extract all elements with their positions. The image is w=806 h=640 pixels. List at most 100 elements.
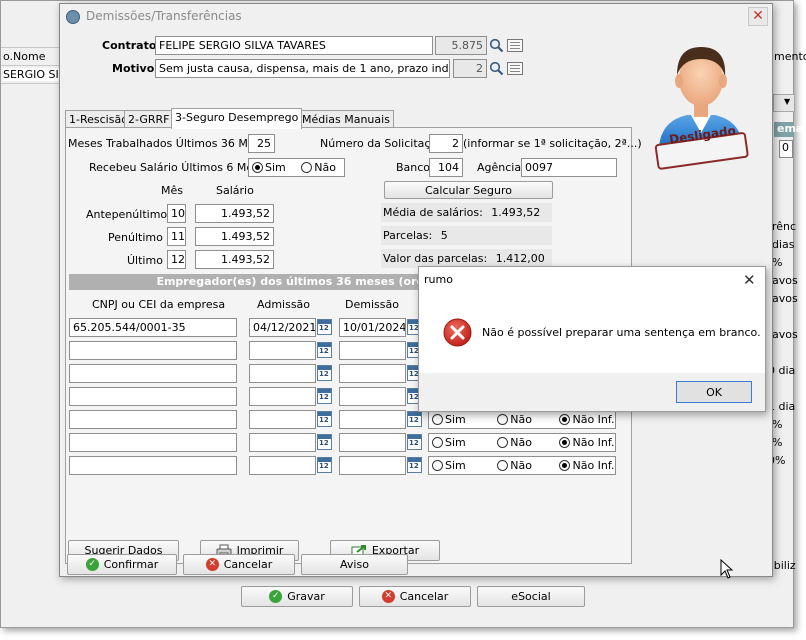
confirmar-label: Confirmar <box>103 558 159 571</box>
demissao-input[interactable] <box>339 387 406 406</box>
motivo-input[interactable]: Sem justa causa, dispensa, mais de 1 ano… <box>155 59 450 78</box>
cnpj-input[interactable] <box>69 341 237 360</box>
cnpj-input[interactable]: 65.205.544/0001-35 <box>69 318 237 337</box>
demissao-header: Demissão <box>345 298 399 311</box>
bg-fragment: avos <box>772 292 798 305</box>
calendar-day: 12 <box>409 462 419 470</box>
penultimo-mes[interactable]: 11 <box>167 227 186 246</box>
tab-grrf[interactable]: 2-GRRF <box>124 110 174 128</box>
cnpj-input[interactable] <box>69 456 237 475</box>
window-titlebar[interactable]: Demissões/Transferências ✕ <box>60 4 772 29</box>
search-icon[interactable] <box>489 38 504 53</box>
empregador-nao-radio[interactable]: Não <box>497 436 532 449</box>
cnpj-header: CNPJ ou CEI da empresa <box>92 298 226 311</box>
dialog-title: rumo <box>424 273 453 286</box>
cnpj-input[interactable] <box>69 433 237 452</box>
antepenultimo-mes[interactable]: 10 <box>167 204 186 223</box>
empregador-naoinf-radio[interactable]: Não Inf. <box>559 459 614 472</box>
empregador-sim-radio[interactable]: Sim <box>432 459 466 472</box>
cnpj-input[interactable] <box>69 364 237 383</box>
agencia-input[interactable]: 0097 <box>521 158 617 177</box>
empregador-naoinf-radio[interactable]: Não Inf. <box>559 436 614 449</box>
grid-cell-nome[interactable]: SERGIO SIL <box>3 68 61 81</box>
tab-rescisao[interactable]: 1-Rescisão <box>65 110 132 128</box>
bg-fragment: avos <box>772 328 798 341</box>
empregador-nao-radio[interactable]: Não <box>497 413 532 426</box>
cnpj-input[interactable] <box>69 410 237 429</box>
cancel-icon: ✕ <box>381 590 395 603</box>
demissao-input[interactable]: 10/01/2024 <box>339 318 406 337</box>
admissao-input[interactable]: 04/12/2021 <box>249 318 316 337</box>
demissao-input[interactable] <box>339 341 406 360</box>
admissao-input[interactable] <box>249 410 316 429</box>
radio-icon <box>301 162 313 173</box>
bg-fragment: % <box>772 256 783 269</box>
demissao-input[interactable] <box>339 364 406 383</box>
demissao-input[interactable] <box>339 410 406 429</box>
demissao-input[interactable] <box>339 433 406 452</box>
calcular-seguro-button[interactable]: Calcular Seguro <box>384 181 553 199</box>
calendar-icon[interactable]: 12 <box>317 342 332 358</box>
tab-medias-manuais[interactable]: 4-Médias Manuais <box>287 110 394 128</box>
calendar-icon[interactable]: 12 <box>317 434 332 450</box>
calendar-icon[interactable]: 12 <box>317 388 332 404</box>
esocial-label: eSocial <box>511 590 551 603</box>
close-button[interactable]: ✕ <box>748 7 768 26</box>
sim-label: Sim <box>445 459 466 472</box>
cancelar-button[interactable]: ✕ Cancelar <box>183 554 295 575</box>
contrato-label: Contrato <box>102 39 157 52</box>
admissao-input[interactable] <box>249 364 316 383</box>
banco-label: Banco <box>396 161 431 174</box>
meses-input[interactable]: 25 <box>248 134 275 153</box>
search-icon[interactable] <box>489 61 504 76</box>
calendar-icon[interactable]: 12 <box>317 457 332 473</box>
motivo-code-field[interactable]: 2 <box>453 59 487 78</box>
empregador-sim-radio[interactable]: Sim <box>432 413 466 426</box>
gravar-button[interactable]: ✓ Gravar <box>241 586 353 607</box>
dialog-close-button[interactable]: ✕ <box>743 271 756 289</box>
antepenultimo-salario[interactable]: 1.493,52 <box>195 204 274 223</box>
card-icon[interactable] <box>507 39 523 52</box>
ok-button[interactable]: OK <box>676 381 752 403</box>
cancel-icon: ✕ <box>205 558 219 571</box>
calendar-icon[interactable]: 12 <box>317 411 332 427</box>
ultimo-mes[interactable]: 12 <box>167 250 186 269</box>
calendar-icon[interactable]: 12 <box>407 434 422 450</box>
tab-seguro-desemprego[interactable]: 3-Seguro Desemprego <box>171 108 303 129</box>
esocial-button[interactable]: eSocial <box>477 586 585 607</box>
calendar-icon[interactable]: 12 <box>317 319 332 335</box>
calendar-day: 12 <box>319 439 329 447</box>
empregador-nao-radio[interactable]: Não <box>497 459 532 472</box>
ultimo-salario[interactable]: 1.493,52 <box>195 250 274 269</box>
bg-cancelar-button[interactable]: ✕ Cancelar <box>359 586 471 607</box>
calendar-icon[interactable]: 12 <box>407 411 422 427</box>
bg-dropdown[interactable]: ▼ <box>773 94 795 112</box>
recebeu-sim-radio[interactable]: Sim <box>252 161 286 174</box>
grid-header-nome[interactable]: o.Nome <box>3 50 61 63</box>
demissao-input[interactable] <box>339 456 406 475</box>
bg-fragment[interactable]: 0 <box>779 140 793 158</box>
admissao-input[interactable] <box>249 387 316 406</box>
banco-input[interactable]: 104 <box>429 158 463 177</box>
contrato-code-field[interactable]: 5.875 <box>435 36 487 55</box>
valor-value: 1.412,00 <box>495 252 545 265</box>
aviso-button[interactable]: Aviso <box>301 554 408 575</box>
sim-label: Sim <box>265 161 286 174</box>
card-icon[interactable] <box>507 62 523 75</box>
calendar-icon[interactable]: 12 <box>317 365 332 381</box>
calendar-day: 12 <box>319 370 329 378</box>
solicitacao-input[interactable]: 2 <box>429 134 463 153</box>
admissao-input[interactable] <box>249 456 316 475</box>
empregador-sim-radio[interactable]: Sim <box>432 436 466 449</box>
calendar-icon[interactable]: 12 <box>407 457 422 473</box>
recebeu-nao-radio[interactable]: Não <box>301 161 336 174</box>
admissao-input[interactable] <box>249 433 316 452</box>
avatar <box>654 47 749 170</box>
cnpj-input[interactable] <box>69 387 237 406</box>
empregador-naoinf-radio[interactable]: Não Inf. <box>559 413 614 426</box>
confirmar-button[interactable]: ✓ Confirmar <box>67 554 177 575</box>
contrato-input[interactable]: FELIPE SERGIO SILVA TAVARES <box>155 36 433 55</box>
calendar-day: 12 <box>319 462 329 470</box>
admissao-input[interactable] <box>249 341 316 360</box>
penultimo-salario[interactable]: 1.493,52 <box>195 227 274 246</box>
